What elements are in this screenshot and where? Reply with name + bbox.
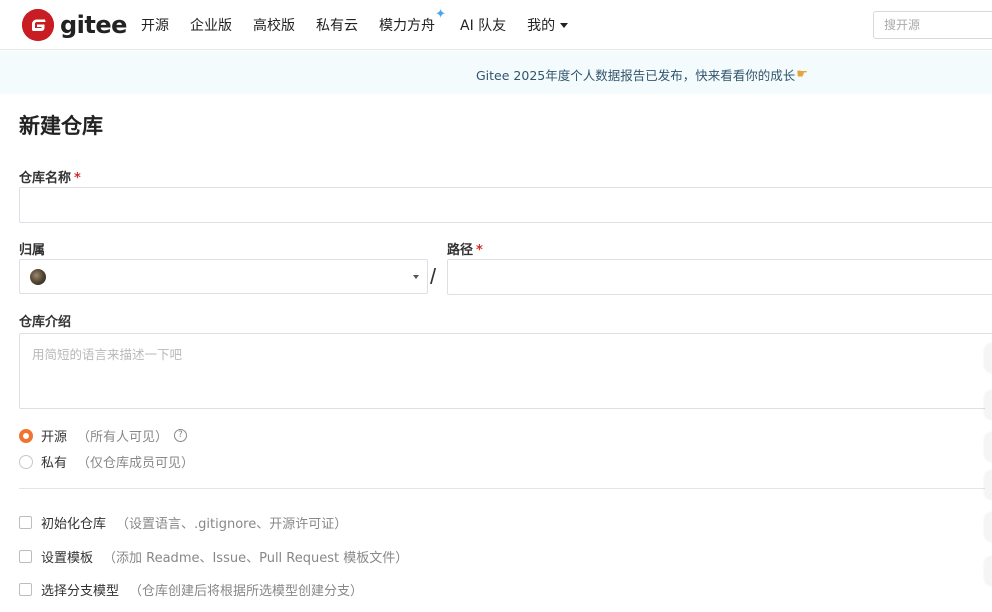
main-nav: 开源 企业版 高校版 私有云 模力方舟 ✦ AI 队友 我的 (141, 0, 589, 50)
path-separator: / (430, 264, 437, 289)
search-input[interactable] (873, 11, 992, 39)
option-templates-hint: （添加 Readme、Issue、Pull Request 模板文件） (103, 551, 409, 566)
repo-name-label: 仓库名称 * (19, 167, 81, 186)
path-label: 路径 * (447, 239, 483, 258)
divider (19, 488, 992, 489)
repo-path-input[interactable] (447, 259, 992, 295)
side-float-button[interactable] (985, 470, 992, 500)
nav-item-moli-fangzhou-label: 模力方舟 (379, 18, 435, 34)
side-float-button[interactable] (985, 390, 992, 420)
checkbox-templates[interactable] (19, 550, 32, 563)
owner-label: 归属 (19, 243, 46, 258)
nav-item-mine-label: 我的 (527, 18, 556, 34)
sparkle-icon: ✦ (435, 7, 446, 22)
nav-item-mine[interactable]: 我的 (527, 15, 569, 35)
option-templates[interactable]: 设置模板 （添加 Readme、Issue、Pull Request 模板文件） (19, 547, 408, 566)
radio-public[interactable] (19, 428, 33, 443)
radio-private-hint: （仅仓库成员可见） (77, 456, 195, 471)
option-init-repo-hint: （设置语言、.gitignore、开源许可证） (116, 517, 348, 532)
option-init-repo-label: 初始化仓库 (41, 517, 107, 532)
nav-item-moli-fangzhou[interactable]: 模力方舟 ✦ (379, 7, 446, 35)
avatar (30, 269, 46, 285)
path-label-text: 路径 (447, 243, 474, 258)
checkbox-init-repo[interactable] (19, 516, 32, 529)
option-templates-label: 设置模板 (41, 551, 94, 566)
side-float-button[interactable] (985, 432, 992, 462)
gitee-logo[interactable]: gitee (22, 9, 127, 41)
option-branch-model-label: 选择分支模型 (41, 584, 120, 599)
help-icon[interactable]: ? (174, 429, 188, 442)
radio-public-hint: （所有人可见） (77, 430, 169, 445)
nav-item-private-cloud[interactable]: 私有云 (316, 15, 358, 35)
nav-item-open-source[interactable]: 开源 (141, 15, 169, 35)
nav-item-ai-teammate[interactable]: AI 队友 (460, 15, 506, 35)
repo-name-input[interactable] (19, 187, 992, 223)
pointing-hand-icon: ☛ (796, 67, 808, 82)
radio-public-label: 开源 (41, 430, 68, 445)
announcement-link[interactable]: Gitee 2025年度个人数据报告已发布，快来看看你的成长 (476, 65, 795, 84)
page-title: 新建仓库 (19, 114, 103, 138)
required-mark: * (74, 171, 81, 186)
nav-item-education[interactable]: 高校版 (253, 15, 295, 35)
description-textarea[interactable] (19, 333, 992, 409)
side-float-button[interactable] (985, 556, 992, 586)
option-init-repo[interactable]: 初始化仓库 （设置语言、.gitignore、开源许可证） (19, 513, 347, 532)
side-float-button[interactable] (985, 343, 992, 373)
visibility-public-option[interactable]: 开源 （所有人可见） ? (19, 426, 188, 445)
description-label: 仓库介绍 (19, 315, 72, 330)
visibility-private-option[interactable]: 私有 （仅仓库成员可见） (19, 452, 194, 471)
checkbox-branch-model[interactable] (19, 583, 32, 596)
owner-select[interactable] (19, 259, 428, 294)
option-branch-model-hint: （仓库创建后将根据所选模型创建分支） (129, 584, 364, 599)
announcement: Gitee 2025年度个人数据报告已发布，快来看看你的成长 ☛ (476, 65, 808, 84)
top-navbar: gitee 开源 企业版 高校版 私有云 模力方舟 ✦ AI 队友 我的 (0, 0, 992, 50)
radio-private[interactable] (19, 454, 33, 469)
nav-item-enterprise[interactable]: 企业版 (190, 15, 232, 35)
repo-name-label-text: 仓库名称 (19, 171, 72, 186)
gitee-logo-icon (22, 9, 54, 41)
option-branch-model[interactable]: 选择分支模型 （仓库创建后将根据所选模型创建分支） (19, 580, 363, 599)
required-mark: * (476, 243, 483, 258)
radio-private-label: 私有 (41, 456, 68, 471)
caret-down-icon (413, 275, 419, 279)
chevron-down-icon (560, 23, 569, 28)
side-float-button[interactable] (985, 512, 992, 542)
brand-name: gitee (60, 11, 127, 39)
